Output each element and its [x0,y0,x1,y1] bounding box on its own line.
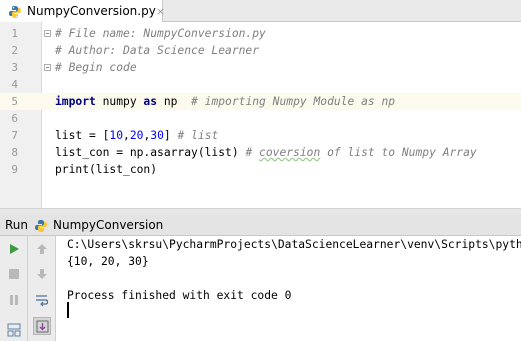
code-text: list_con = np.asarray(list) # coversion … [55,144,477,161]
editor-tab-bar: NumpyConversion.py × [0,0,521,22]
console-line-interpreter-path: C:\Users\skrsu\PycharmProjects\DataScien… [67,238,521,251]
run-console-output[interactable]: C:\Users\skrsu\PycharmProjects\DataScien… [56,236,521,341]
code-token: 20 [129,129,144,142]
code-token: 10 [109,129,124,142]
console-line-exit-status: Process finished with exit code 0 [67,289,292,302]
code-line[interactable]: 6 [0,110,521,127]
code-token: # File name: NumpyConversion.py [55,27,266,40]
line-number: 1 [11,27,18,40]
code-token: # [245,146,260,159]
code-token: ] [163,129,178,142]
scroll-down-button[interactable] [33,265,51,283]
line-number: 5 [11,95,18,108]
python-file-icon [8,4,22,18]
code-line[interactable]: 5 import numpy as np # importing Numpy Mo… [0,93,521,110]
code-line[interactable]: 1 # File name: NumpyConversion.py [0,25,521,42]
code-token: numpy [95,95,144,108]
run-toolbar-secondary [28,236,56,341]
editor-tab-numpyconversion[interactable]: NumpyConversion.py × [0,0,165,22]
run-toolbar-primary [0,236,28,341]
layout-icon [7,323,21,337]
code-line[interactable]: 3 # Begin code [0,59,521,76]
code-token: , [123,129,130,142]
code-token: import [55,95,96,108]
code-token: 30 [150,129,164,142]
code-token: of list to Numpy Array [320,146,477,159]
code-text: # File name: NumpyConversion.py [55,25,266,42]
run-config-name[interactable]: NumpyConversion [53,218,163,232]
fold-toggle-icon[interactable] [44,30,51,37]
run-tool-window-header: Run NumpyConversion [0,214,521,236]
fold-toggle-icon[interactable] [44,64,51,71]
code-token: print(list_con) [55,163,158,176]
code-text: print(list_con) [55,161,157,178]
close-tab-icon[interactable]: × [156,5,165,18]
layout-button[interactable] [5,321,23,339]
code-text: # Begin code [55,59,137,76]
line-number: 2 [11,44,18,57]
line-number: 8 [11,146,18,159]
code-token: list = [ [55,129,110,142]
arrow-down-icon [37,269,47,279]
line-number: 4 [11,78,18,91]
rerun-button[interactable] [5,240,23,258]
code-editor[interactable]: 1 # File name: NumpyConversion.py 2 # Autho… [0,22,521,208]
python-run-config-icon [34,218,48,232]
code-token: # importing Numpy Module as np [191,95,396,108]
scroll-up-button[interactable] [33,240,51,258]
pause-button[interactable] [5,291,23,309]
code-line[interactable]: 8 list_con = np.asarray(list) # coversion… [0,144,521,161]
code-token: # list [177,129,219,142]
run-panel-title: Run [5,217,29,232]
code-token: # Author: Data Science Learner [55,44,260,57]
code-line[interactable]: 4 [0,76,521,93]
soft-wrap-button[interactable] [33,291,51,309]
play-icon [10,244,19,254]
code-text: list = [10,20,30] # list [55,127,218,144]
code-text: import numpy as np # importing Numpy Mod… [55,93,395,110]
stop-button[interactable] [5,265,23,283]
code-line[interactable]: 9 print(list_con) [0,161,521,178]
arrow-up-icon [37,244,47,254]
code-token: np [157,95,192,108]
scroll-to-end-icon [36,320,48,332]
scroll-to-end-button[interactable] [33,317,51,335]
console-line-output: {10, 20, 30} [67,255,149,268]
pause-icon [10,295,18,305]
editor-tab-label: NumpyConversion.py [27,4,156,18]
code-token: # Begin code [55,61,137,74]
stop-icon [9,269,19,279]
code-token: coversion [259,146,321,159]
code-line[interactable]: 2 # Author: Data Science Learner [0,42,521,59]
code-token: list_con = np.asarray(list) [55,146,246,159]
code-token: as [143,95,158,108]
console-text-cursor [67,302,69,318]
line-number: 6 [11,112,18,125]
code-text: # Author: Data Science Learner [55,42,259,59]
line-number: 3 [11,61,18,74]
line-number: 7 [11,129,18,142]
line-number: 9 [11,163,18,176]
soft-wrap-icon [36,295,49,307]
code-line[interactable]: 7 list = [10,20,30] # list [0,127,521,144]
